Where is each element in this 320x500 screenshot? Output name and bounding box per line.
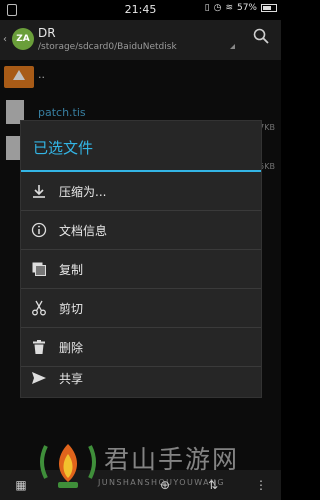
status-icons: ▯ ◷ ≋ 57% bbox=[205, 3, 277, 13]
path-dropdown-icon[interactable] bbox=[230, 44, 235, 49]
battery-percent: 57% bbox=[236, 3, 257, 13]
back-caret-icon[interactable]: ‹ bbox=[3, 34, 7, 45]
watermark-emblem bbox=[40, 444, 96, 488]
menu-item-cut[interactable]: 剪切 bbox=[21, 289, 261, 327]
action-bar: ‹ ZA DR /storage/sdcard0/BaiduNetdisk bbox=[0, 20, 281, 60]
selected-files-dialog: 已选文件 压缩为... 文档信息 复制 剪切 删除 共享 bbox=[20, 120, 262, 398]
menu-item-file-info[interactable]: 文档信息 bbox=[21, 211, 261, 249]
menu-item-share[interactable]: 共享 bbox=[21, 359, 261, 397]
page-title: DR bbox=[38, 26, 56, 40]
battery-icon bbox=[261, 4, 277, 12]
wifi-icon: ≋ bbox=[225, 3, 233, 13]
app-logo[interactable]: ZA bbox=[12, 28, 34, 50]
menu-item-label: 文档信息 bbox=[59, 224, 108, 238]
status-bar: 21:45 ▯ ◷ ≋ 57% bbox=[0, 0, 281, 20]
copy-icon bbox=[32, 262, 46, 276]
watermark-title: 君山手游网 bbox=[104, 445, 240, 474]
menu-item-copy[interactable]: 复制 bbox=[21, 250, 261, 288]
menu-item-compress[interactable]: 压缩为... bbox=[21, 172, 261, 210]
more-icon[interactable]: ⋮ bbox=[254, 478, 268, 492]
current-path[interactable]: /storage/sdcard0/BaiduNetdisk bbox=[38, 42, 177, 52]
send-icon bbox=[32, 372, 46, 384]
menu-item-label: 删除 bbox=[59, 341, 84, 355]
download-icon bbox=[33, 185, 45, 198]
info-icon bbox=[31, 222, 47, 238]
watermark-subtitle: JUNSHANSHOUYOUWANG bbox=[98, 478, 225, 487]
trash-icon bbox=[33, 340, 45, 354]
menu-item-label: 剪切 bbox=[59, 302, 84, 316]
grid-icon[interactable]: ▦ bbox=[14, 478, 28, 492]
menu-item-label: 压缩为... bbox=[59, 185, 107, 199]
phone-icon: ▯ bbox=[204, 3, 210, 13]
scissors-icon bbox=[32, 300, 46, 316]
dialog-title: 已选文件 bbox=[33, 139, 94, 157]
menu-item-label: 复制 bbox=[59, 263, 84, 277]
menu-item-label: 共享 bbox=[59, 372, 84, 386]
alarm-icon: ◷ bbox=[213, 3, 222, 13]
search-icon[interactable] bbox=[253, 28, 269, 44]
